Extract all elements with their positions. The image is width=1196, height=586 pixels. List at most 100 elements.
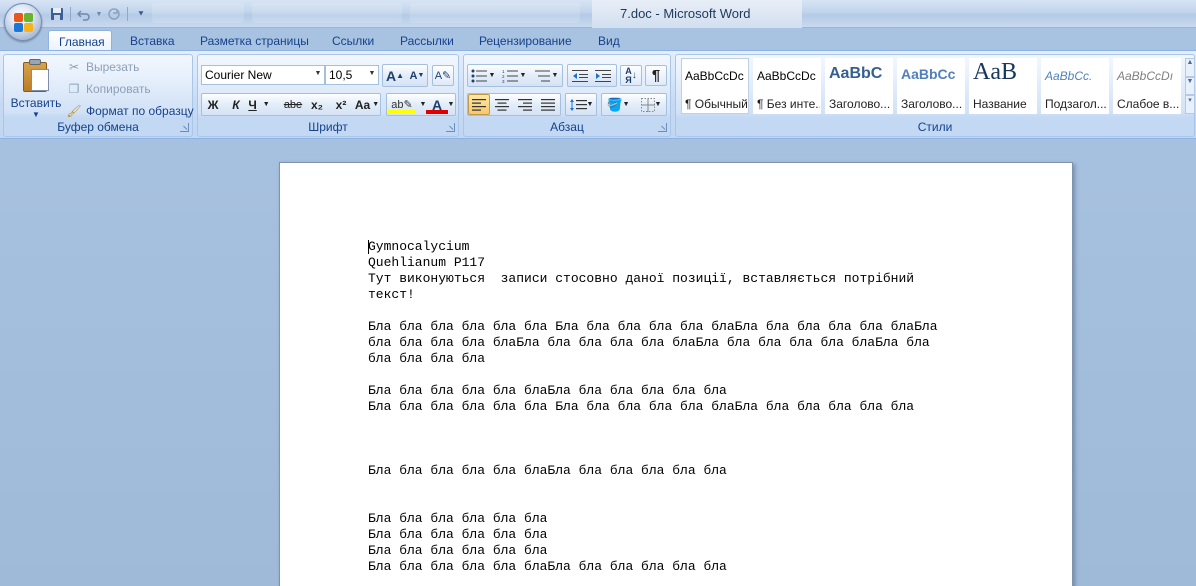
document-line[interactable]: Бла бла бла бла бла блаБла бла бла бла б… xyxy=(368,463,988,479)
superscript-button[interactable]: x² xyxy=(330,94,352,115)
clear-formatting-button[interactable]: A✎ xyxy=(432,65,454,86)
document-body[interactable]: Gymnocalycium Quehlianum P117 Тут виконуют… xyxy=(368,239,988,575)
italic-button[interactable]: К xyxy=(225,94,247,115)
tab-insert[interactable]: Вставка xyxy=(120,30,185,51)
undo-icon[interactable] xyxy=(75,5,93,23)
document-line[interactable]: бла бла бла бла xyxy=(368,351,988,367)
tab-review[interactable]: Рецензирование xyxy=(469,30,582,51)
chevron-down-icon[interactable]: ▼ xyxy=(312,66,324,84)
chevron-down-icon[interactable]: ▼ xyxy=(446,94,456,115)
highlight-button[interactable]: ab✎ xyxy=(388,94,416,115)
document-page[interactable]: Gymnocalycium Quehlianum P117 Тут виконуют… xyxy=(279,162,1073,586)
redo-icon[interactable] xyxy=(105,5,123,23)
line-spacing-button[interactable]: ▼ xyxy=(566,94,596,115)
document-line[interactable] xyxy=(368,303,988,319)
shrink-font-button[interactable]: A ▼ xyxy=(406,65,428,86)
borders-button[interactable]: ▼ xyxy=(636,94,666,115)
format-painter-button[interactable]: 🖌 Формат по образцу xyxy=(66,101,193,121)
more-styles-icon[interactable]: ▾ xyxy=(1185,95,1195,115)
document-line[interactable]: бла бла бла бла блаБла бла бла бла бла б… xyxy=(368,335,988,351)
tab-mailings[interactable]: Рассылки xyxy=(390,30,464,51)
font-launcher-icon[interactable] xyxy=(446,123,455,132)
document-line[interactable]: Quehlianum P117 xyxy=(368,255,988,271)
paste-label: Вставить xyxy=(10,96,62,110)
align-center-button[interactable] xyxy=(491,94,513,115)
document-line[interactable]: текст! xyxy=(368,287,988,303)
font-size-combo[interactable]: 10,5 ▼ xyxy=(325,65,379,85)
clipboard-launcher-icon[interactable] xyxy=(180,123,189,132)
font-group: Courier New ▼ 10,5 ▼ A ▲ A ▼ A✎ Ж К Ч ▼ abe… xyxy=(197,54,459,137)
tab-page-layout[interactable]: Разметка страницы xyxy=(190,30,319,51)
style-sample: AaB xyxy=(973,59,1017,85)
tab-view[interactable]: Вид xyxy=(588,30,630,51)
undo-dropdown-icon[interactable]: ▼ xyxy=(95,5,103,23)
font-color-swatch xyxy=(426,110,448,114)
sort-button[interactable]: A Я ↓ xyxy=(620,65,642,86)
increase-indent-button[interactable] xyxy=(592,65,614,86)
bold-button[interactable]: Ж xyxy=(202,94,224,115)
style-sample: AaBbCc. xyxy=(1045,69,1093,83)
shading-button[interactable]: 🪣 ▼ xyxy=(603,94,633,115)
underline-button[interactable]: Ч ▼ xyxy=(248,94,270,115)
tab-references[interactable]: Ссылки xyxy=(322,30,384,51)
paste-dropdown-icon[interactable]: ▼ xyxy=(10,110,62,119)
style-normal[interactable]: AaBbCcDc ¶ Обычный xyxy=(681,58,749,114)
font-color-button[interactable]: A xyxy=(426,94,448,115)
align-left-button[interactable] xyxy=(468,94,490,115)
qat-separator xyxy=(127,7,128,21)
strikethrough-button[interactable]: abe xyxy=(282,94,304,115)
document-line[interactable]: Тут виконуються записи стосовно даної по… xyxy=(368,271,988,287)
document-line[interactable]: Бла бла бла бла бла блаБла бла бла бла б… xyxy=(368,559,988,575)
document-line[interactable] xyxy=(368,479,988,495)
style-heading-1[interactable]: AaBbC Заголово... xyxy=(825,58,893,114)
document-line[interactable]: Бла бла бла бла бла бла xyxy=(368,527,988,543)
document-line[interactable] xyxy=(368,447,988,463)
style-name: ¶ Обычный xyxy=(685,97,748,111)
scroll-up-icon[interactable]: ▲ xyxy=(1185,58,1195,77)
customize-icon[interactable]: ⯆ xyxy=(132,5,150,23)
font-name-combo[interactable]: Courier New ▼ xyxy=(201,65,325,85)
document-line[interactable] xyxy=(368,367,988,383)
document-line[interactable]: Бла бла бла бла бла бла xyxy=(368,543,988,559)
document-line[interactable]: Бла бла бла бла бла бла xyxy=(368,511,988,527)
style-name: Заголово... xyxy=(901,97,963,111)
paste-button[interactable]: Вставить ▼ xyxy=(10,59,62,121)
document-line[interactable] xyxy=(368,431,988,447)
copy-button[interactable]: ❐ Копировать xyxy=(66,79,151,99)
style-heading-2[interactable]: AaBbCc Заголово... xyxy=(897,58,965,114)
subscript-button[interactable]: x₂ xyxy=(306,94,328,115)
multilevel-list-button[interactable]: ▼ xyxy=(532,65,560,86)
justify-button[interactable] xyxy=(537,94,559,115)
document-line[interactable]: Бла бла бла бла бла блаБла бла бла бла б… xyxy=(368,383,988,399)
numbering-button[interactable]: 123 ▼ xyxy=(500,65,528,86)
document-line[interactable] xyxy=(368,495,988,511)
grow-font-button[interactable]: A ▲ xyxy=(384,65,406,86)
office-logo-icon xyxy=(14,13,34,33)
document-line[interactable]: Бла бла бла бла бла бла Бла бла бла бла … xyxy=(368,319,988,335)
paragraph-group: ▼ 123 ▼ ▼ A Я ↓ ¶ ▼ 🪣 ▼ ▼ Абзац xyxy=(463,54,671,137)
style-no-spacing[interactable]: AaBbCcDc ¶ Без инте... xyxy=(753,58,821,114)
style-subtitle[interactable]: AaBbCc. Подзагол... xyxy=(1041,58,1109,114)
align-right-button[interactable] xyxy=(514,94,536,115)
scroll-down-icon[interactable]: ▼ xyxy=(1185,76,1195,96)
tab-home[interactable]: Главная xyxy=(48,30,112,51)
styles-gallery-scroll[interactable]: ▲ ▼ ▾ xyxy=(1185,58,1195,115)
paragraph-launcher-icon[interactable] xyxy=(658,123,667,132)
style-title[interactable]: AaB Название xyxy=(969,58,1037,114)
document-line[interactable] xyxy=(368,415,988,431)
bullets-button[interactable]: ▼ xyxy=(469,65,497,86)
show-formatting-marks-button[interactable]: ¶ xyxy=(645,65,667,86)
change-case-button[interactable]: Aa ▼ xyxy=(354,94,380,115)
window-title: 7.doc - Microsoft Word xyxy=(620,6,751,21)
style-subtle-emphasis[interactable]: AaBbCcDı Слабое в... xyxy=(1113,58,1181,114)
chevron-down-icon[interactable]: ▼ xyxy=(366,66,378,84)
save-icon[interactable] xyxy=(48,5,66,23)
decrease-indent-button[interactable] xyxy=(569,65,591,86)
copy-icon: ❐ xyxy=(68,82,80,96)
cut-button[interactable]: ✂ Вырезать xyxy=(66,57,139,77)
document-line[interactable]: Gymnocalycium xyxy=(368,239,988,255)
office-button[interactable] xyxy=(4,3,42,41)
clipboard-group-label: Буфер обмена xyxy=(57,120,139,134)
font-group-label: Шрифт xyxy=(308,120,348,134)
document-line[interactable]: Бла бла бла бла бла бла Бла бла бла бла … xyxy=(368,399,988,415)
